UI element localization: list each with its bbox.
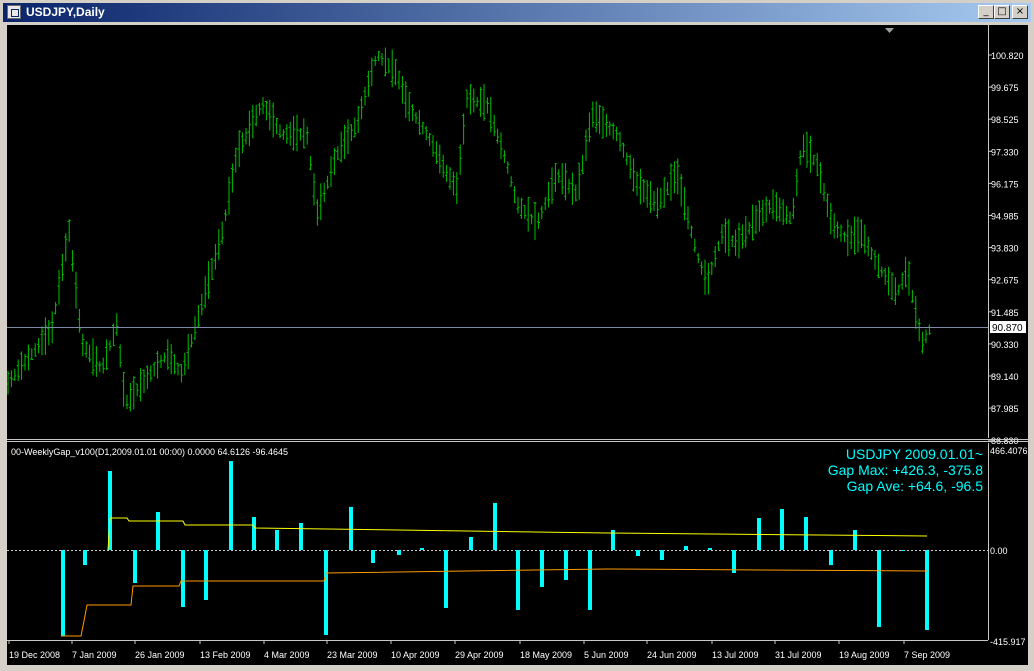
indicator-info-line-3: Gap Ave: +64.6, -96.5 [847,478,984,494]
time-axis-label: 4 Mar 2009 [264,650,310,660]
gap-bar [181,550,185,607]
gap-bar [780,509,784,550]
minimize-button[interactable]: _ [978,5,994,19]
gap-bar [371,550,375,563]
time-axis-label: 13 Jul 2009 [712,650,759,660]
gap-bar [83,550,87,565]
indicator-info-line-2: Gap Max: +426.3, -375.8 [828,462,983,478]
time-axis-label: 13 Feb 2009 [200,650,251,660]
gap-bar [324,550,328,635]
gap-bar [708,548,712,550]
time-axis-label: 23 Mar 2009 [327,650,378,660]
time-axis-label: 5 Jun 2009 [584,650,629,660]
gap-bar [660,550,664,560]
indicator-label: 00-WeeklyGap_v100(D1,2009.01.01 00:00) 0… [11,447,288,457]
gap-bar [564,550,568,580]
indicator-axis-zero: 0.00 [990,546,1008,556]
current-price-label: 90.870 [992,323,1023,334]
price-axis-label: 91.485 [991,308,1019,318]
time-axis-label: 19 Dec 2008 [9,650,60,660]
gap-bar [252,517,256,550]
gap-bar [684,546,688,550]
gap-bar [588,550,592,610]
time-axis-label: 29 Apr 2009 [455,650,504,660]
indicator-axis-bottom: -415.917 [990,637,1026,647]
close-button[interactable]: × [1012,5,1028,19]
price-axis-label: 99.675 [991,83,1019,93]
gap-bar [829,550,833,565]
gap-bar [516,550,520,610]
indicator-info-line-1: USDJPY 2009.01.01~ [846,446,983,462]
gap-bar [925,550,929,630]
gap-bar [493,503,497,550]
time-axis-label: 10 Apr 2009 [391,650,440,660]
time-axis-label: 31 Jul 2009 [775,650,822,660]
gap-bar [469,537,473,550]
price-axis-label: 96.175 [991,179,1019,189]
gap-bar [540,550,544,587]
indicator-axis-top: 466.4076 [990,446,1028,456]
price-axis-label: 98.525 [991,115,1019,125]
price-axis-label: 87.985 [991,404,1019,414]
time-axis-label: 26 Jan 2009 [135,650,185,660]
maximize-button[interactable]: □ [994,5,1010,19]
gap-bar [204,550,208,600]
chart-area[interactable]: 100.820 99.675 98.525 97.330 96.175 94.985 93.… [7,25,1028,665]
gap-bar [877,550,881,627]
window-title: USDJPY,Daily [26,5,105,19]
gap-bar [853,530,857,550]
price-pane[interactable]: 100.820 99.675 98.525 97.330 96.175 94.985 93.… [7,25,1026,446]
price-axis-label: 97.330 [991,147,1019,157]
title-bar[interactable]: USDJPY,Daily _ □ × [3,3,1031,22]
gap-bar [229,461,233,550]
time-axis-label: 19 Aug 2009 [839,650,890,660]
time-axis-label: 7 Sep 2009 [904,650,950,660]
time-axis-label: 18 May 2009 [520,650,572,660]
indicator-pane[interactable]: 00-WeeklyGap_v100(D1,2009.01.01 00:00) 0… [7,443,1028,647]
time-axis: 19 Dec 2008 7 Jan 2009 26 Jan 2009 13 Feb 2… [8,640,950,660]
gap-bar [804,517,808,550]
price-axis-label: 89.140 [991,372,1019,382]
gap-bar [636,550,640,556]
price-axis-label: 92.675 [991,276,1019,286]
price-axis-label: 93.830 [991,244,1019,254]
price-axis: 100.820 99.675 98.525 97.330 96.175 94.985 93.… [988,51,1024,446]
price-axis-label: 94.985 [991,212,1019,222]
chart-window-icon[interactable] [7,5,21,19]
gap-bar [444,550,448,608]
time-axis-label: 7 Jan 2009 [72,650,117,660]
gap-bar [156,512,160,550]
price-axis-label: 90.330 [991,340,1019,350]
gap-min-average-line [61,568,928,637]
gap-bar [901,550,905,551]
current-price-tag: 90.870 [990,321,1026,334]
gap-bar [349,507,353,550]
gap-bar [420,548,424,550]
gap-bar [275,530,279,550]
time-axis-label: 24 Jun 2009 [647,650,697,660]
price-axis-label: 100.820 [991,51,1024,61]
terminal-window: USDJPY,Daily _ □ × 100.820 99.675 98.525 97… [0,0,1034,671]
gap-bar [133,550,137,583]
gap-bar [299,523,303,550]
gap-bar [397,550,401,555]
gap-histogram [61,461,929,636]
gap-bar [61,550,65,636]
